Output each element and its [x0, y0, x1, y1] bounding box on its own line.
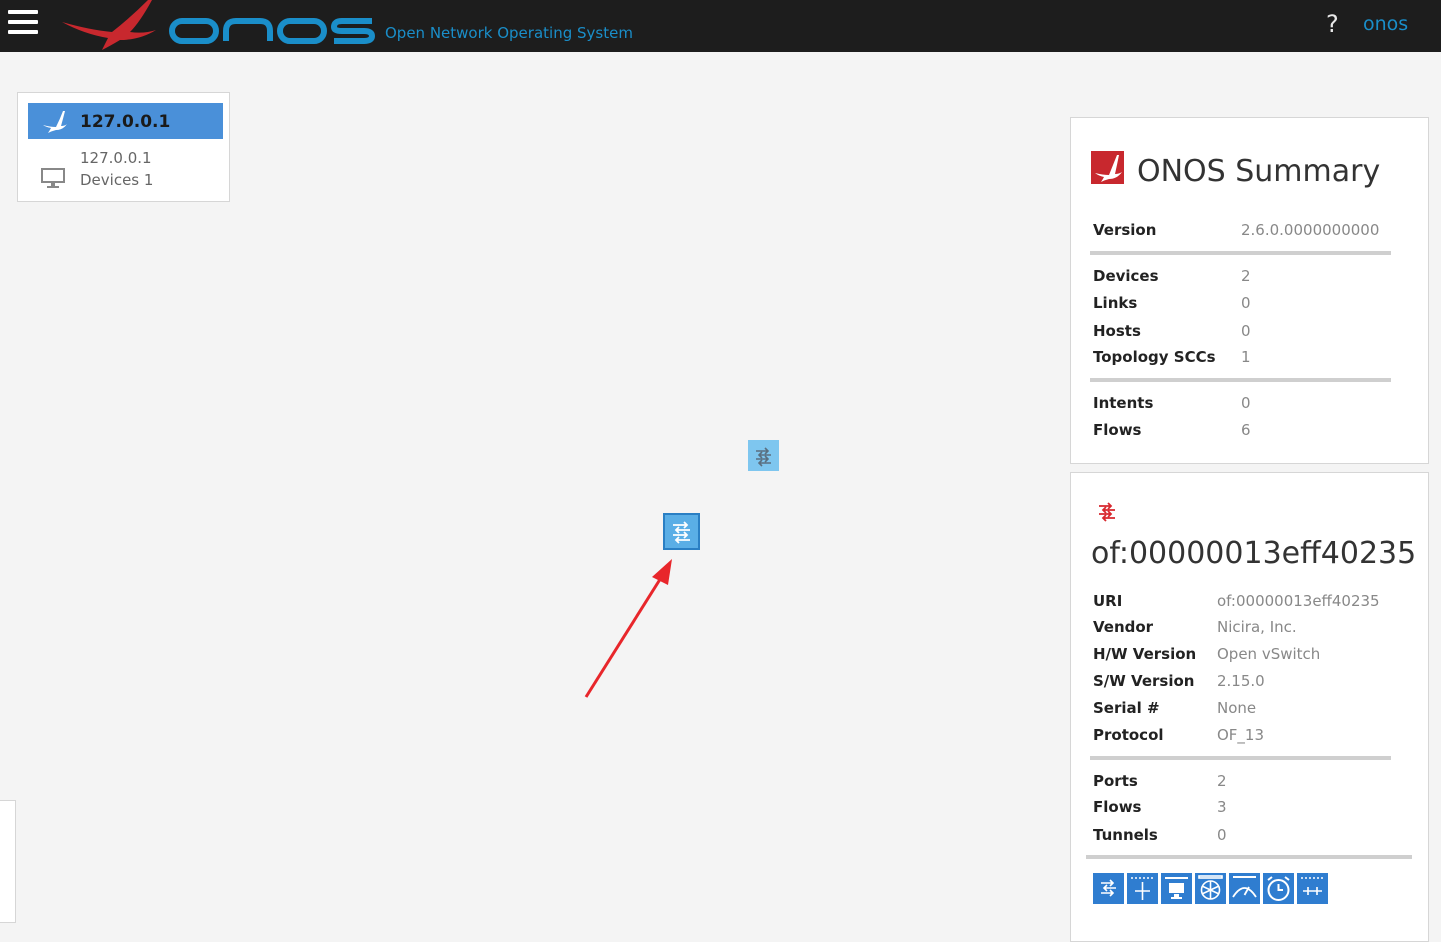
devices-label: Devices — [1093, 267, 1159, 285]
version-label: Version — [1093, 221, 1157, 239]
pointer-arrow-annotation — [584, 559, 672, 698]
instance-title: 127.0.0.1 — [80, 112, 171, 132]
timer-view-button[interactable] — [1263, 873, 1294, 904]
protocol-value: OF_13 — [1217, 726, 1265, 744]
device-title: of:00000013eff40235 — [1091, 536, 1417, 571]
separator — [1090, 756, 1391, 760]
uri-value: of:00000013eff40235 — [1217, 592, 1380, 610]
tagline: Open Network Operating System — [385, 24, 633, 42]
serial-label: Serial # — [1093, 699, 1160, 717]
intents-label: Intents — [1093, 394, 1154, 412]
intents-value: 0 — [1241, 394, 1251, 412]
links-value: 0 — [1241, 294, 1251, 312]
tunnels-label: Tunnels — [1093, 826, 1158, 844]
instance-header[interactable]: 127.0.0.1 — [28, 103, 223, 139]
onos-wordmark: onos — [169, 18, 376, 44]
sw-version-label: S/W Version — [1093, 672, 1195, 690]
vendor-label: Vendor — [1093, 618, 1154, 636]
ports-view-button[interactable] — [1127, 873, 1158, 904]
hosts-label: Hosts — [1093, 322, 1141, 340]
help-icon[interactable]: ? — [1326, 10, 1339, 38]
separator — [1090, 378, 1391, 382]
separator — [1086, 855, 1412, 859]
tunnels-value: 0 — [1217, 826, 1227, 844]
uri-label: URI — [1093, 592, 1123, 610]
device-flows-value: 3 — [1217, 798, 1227, 816]
serial-value: None — [1217, 699, 1257, 717]
hosts-value: 0 — [1241, 322, 1251, 340]
instance-devices: Devices 1 — [80, 171, 154, 189]
onos-logo-icon — [1091, 151, 1124, 184]
onos-bird-icon — [43, 111, 67, 133]
ports-label: Ports — [1093, 772, 1138, 790]
top-bar: onos Open Network Operating System ? ono… — [0, 0, 1441, 52]
monitor-icon — [41, 168, 65, 188]
ports-icon — [1131, 877, 1154, 900]
device-details-panel: of:00000013eff40235 URI of:00000013eff40… — [1070, 472, 1429, 942]
instance-ip: 127.0.0.1 — [80, 149, 152, 167]
summary-panel: ONOS Summary Version 2.6.0.0000000000 De… — [1070, 117, 1429, 464]
flows-view-button[interactable] — [1195, 873, 1226, 904]
hosts-view-button[interactable] — [1161, 873, 1192, 904]
separator — [1090, 251, 1391, 255]
protocol-label: Protocol — [1093, 726, 1164, 744]
switch-icon — [1099, 502, 1115, 522]
vendor-value: Nicira, Inc. — [1217, 618, 1297, 636]
hw-version-value: Open vSwitch — [1217, 645, 1321, 663]
topology-sccs-label: Topology SCCs — [1093, 348, 1216, 366]
flows-value: 6 — [1241, 421, 1251, 439]
switch-view-button[interactable] — [1093, 873, 1124, 904]
meters-view-button[interactable] — [1229, 873, 1260, 904]
user-menu[interactable]: onos — [1363, 13, 1408, 35]
meters-icon — [1232, 876, 1257, 898]
groups-view-button[interactable] — [1297, 873, 1328, 904]
onos-bird-logo — [62, 0, 156, 50]
flows-icon — [1198, 875, 1223, 900]
sw-version-value: 2.15.0 — [1217, 672, 1265, 690]
summary-title: ONOS Summary — [1137, 154, 1381, 189]
selected-switch-device-node[interactable] — [663, 513, 700, 550]
flows-label: Flows — [1093, 421, 1142, 439]
version-value: 2.6.0.0000000000 — [1241, 221, 1380, 239]
side-panel-toggle[interactable] — [0, 800, 16, 923]
switch-device-node[interactable] — [748, 440, 779, 471]
switch-icon — [673, 521, 690, 544]
devices-value: 2 — [1241, 267, 1251, 285]
switch-icon — [1101, 879, 1116, 897]
hosts-icon — [1165, 877, 1188, 899]
timer-icon — [1267, 876, 1290, 901]
device-flows-label: Flows — [1093, 798, 1142, 816]
topology-sccs-value: 1 — [1241, 348, 1251, 366]
switch-icon — [756, 447, 771, 467]
instance-panel: 127.0.0.1 127.0.0.1 Devices 1 — [17, 92, 230, 202]
menu-icon[interactable] — [8, 10, 38, 36]
groups-icon — [1301, 877, 1324, 895]
hw-version-label: H/W Version — [1093, 645, 1197, 663]
ports-value: 2 — [1217, 772, 1227, 790]
links-label: Links — [1093, 294, 1138, 312]
